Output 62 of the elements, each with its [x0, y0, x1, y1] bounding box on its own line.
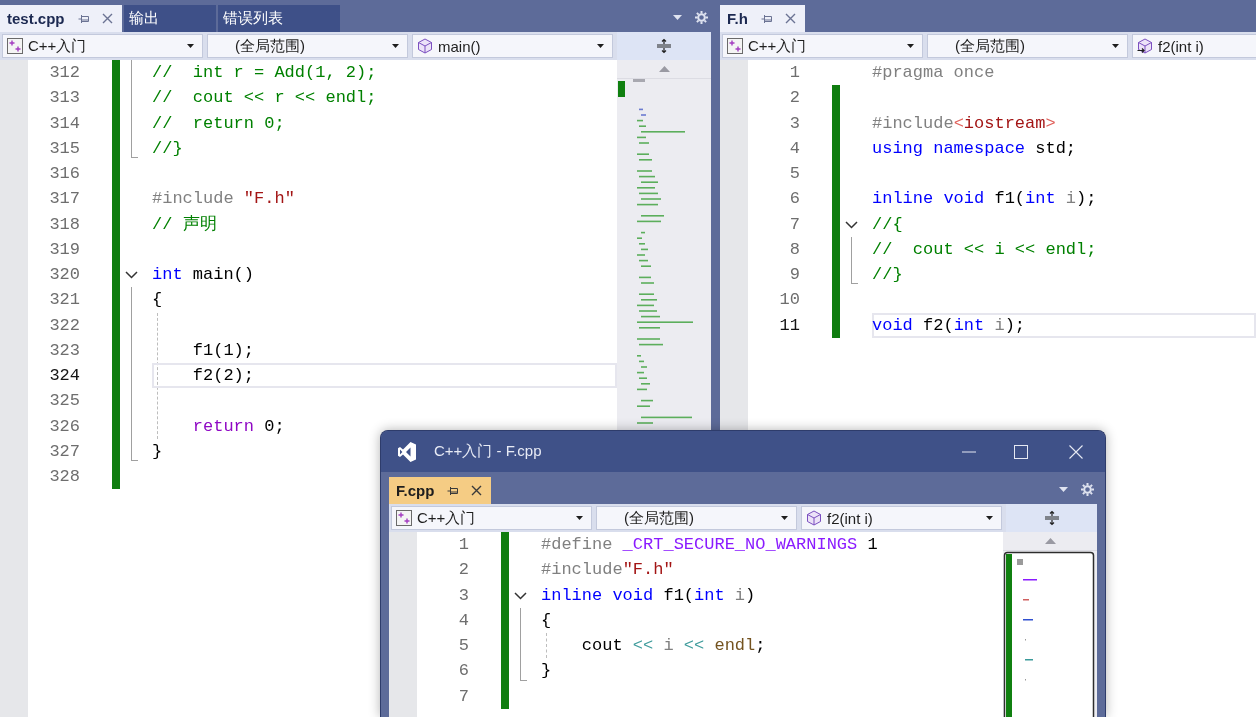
code-line: } — [541, 660, 552, 683]
code-line: #define _CRT_SECURE_NO_WARNINGS 1 — [541, 534, 878, 556]
code-line: int main() — [152, 264, 255, 286]
code-line: //{ — [872, 213, 903, 236]
line-number: 320 — [49, 264, 80, 286]
code-line: inline void f1(int i); — [872, 188, 1097, 211]
code-line: return 0; — [192, 415, 285, 438]
line-number: 322 — [49, 314, 80, 337]
line-number: 4 — [458, 609, 469, 632]
code-line: cout << i << endl; — [581, 635, 766, 657]
line-number: 318 — [49, 213, 80, 236]
line-number: 10 — [779, 289, 800, 312]
line-number: 319 — [49, 238, 80, 261]
code-line: // int r = Add(1, 2); — [152, 62, 377, 84]
line-number: 1 — [458, 534, 469, 556]
code-line: #include"F.h" — [541, 559, 674, 582]
line-number: 316 — [49, 163, 80, 185]
line-number: 321 — [49, 289, 80, 312]
line-number: 3 — [458, 584, 469, 607]
code-line: f2(2); — [192, 365, 255, 387]
code-line: void f2(int i); — [872, 314, 1026, 337]
line-number: 317 — [49, 188, 80, 211]
code-line: // 声明 — [152, 213, 217, 236]
line-number: 5 — [789, 163, 800, 185]
code-line: //} — [152, 137, 183, 160]
code-line: f1(1); — [192, 339, 255, 362]
line-number: 2 — [789, 87, 800, 110]
line-number: 327 — [49, 440, 80, 463]
code-line: } — [152, 440, 163, 463]
line-number: 314 — [49, 112, 80, 135]
line-number: 6 — [458, 660, 469, 683]
code-line: // return 0; — [152, 112, 285, 135]
line-number: 3 — [789, 112, 800, 135]
window-title: C++入门 - F.cpp — [434, 442, 542, 461]
line-number: 325 — [49, 390, 80, 413]
line-number: 315 — [49, 137, 80, 160]
code-line: { — [541, 609, 552, 632]
code-line: using namespace std; — [872, 137, 1077, 160]
line-number: 312 — [49, 62, 80, 84]
code-line: { — [152, 289, 163, 312]
line-number: 4 — [789, 137, 800, 160]
line-number: 313 — [49, 87, 80, 110]
line-number: 5 — [458, 635, 469, 657]
line-number: 8 — [789, 238, 800, 261]
line-number: 326 — [49, 415, 80, 438]
line-number: 11 — [779, 314, 800, 337]
line-number: 6 — [789, 188, 800, 211]
line-number: 9 — [789, 264, 800, 286]
line-number: 1 — [789, 62, 800, 84]
line-number: 2 — [458, 559, 469, 582]
code-line: //} — [872, 264, 903, 286]
code-line: inline void f1(int i) — [541, 584, 756, 607]
line-number: 324 — [49, 365, 80, 387]
code-line: // cout << i << endl; — [872, 238, 1097, 261]
line-number: 7 — [458, 685, 469, 708]
code-line: #include<iostream> — [872, 112, 1056, 135]
code-line: #pragma once — [872, 62, 995, 84]
line-number: 328 — [49, 466, 80, 488]
line-number: 7 — [789, 213, 800, 236]
code-line: // cout << r << endl; — [152, 87, 377, 110]
line-number: 323 — [49, 339, 80, 362]
code-line: #include "F.h" — [152, 188, 295, 211]
